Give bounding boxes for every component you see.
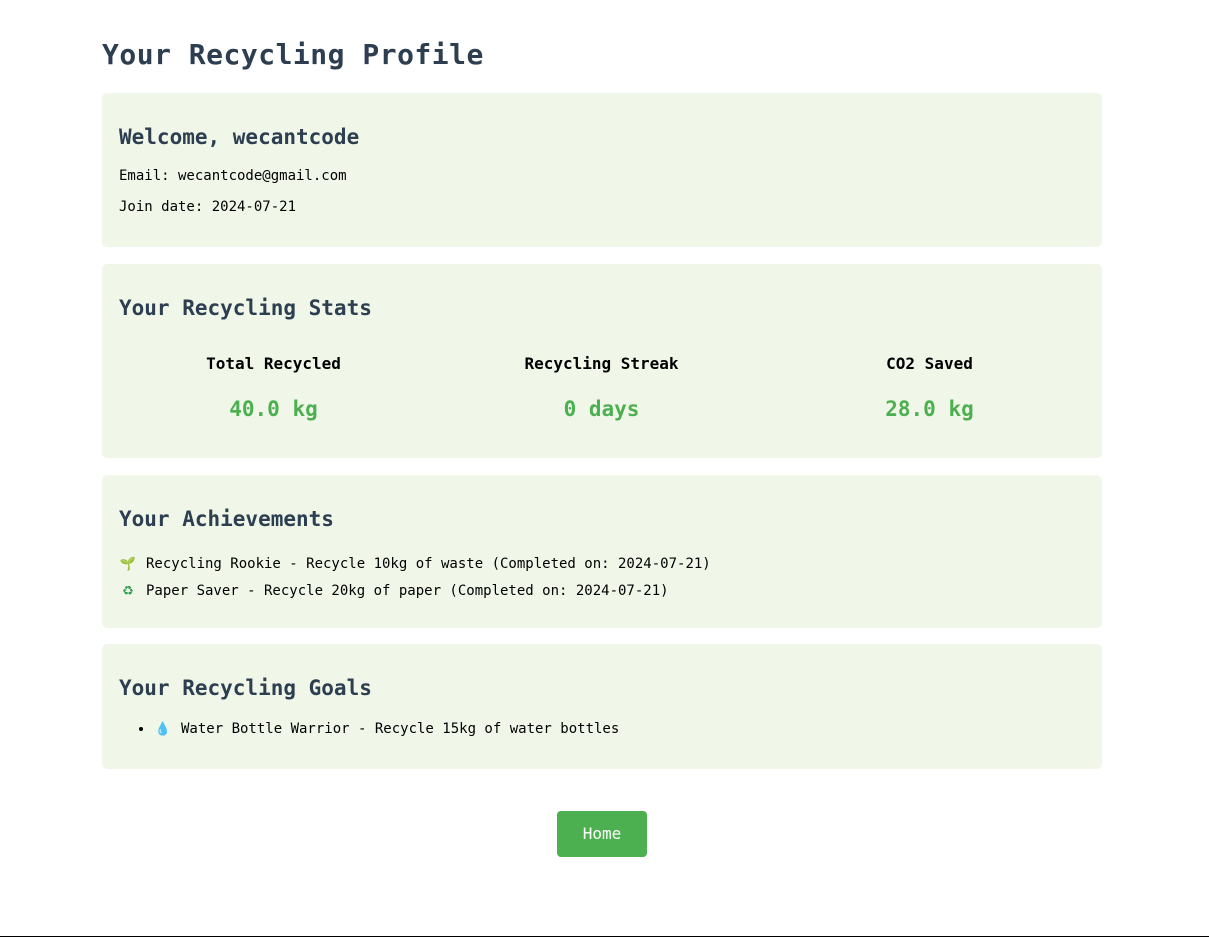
- sprout-icon: 🌱: [119, 557, 137, 572]
- stats-heading: Your Recycling Stats: [119, 296, 372, 320]
- list-item: 💧 Water Bottle Warrior - Recycle 15kg of …: [154, 720, 619, 739]
- goal-text: Water Bottle Warrior - Recycle 15kg of w…: [181, 721, 620, 737]
- achievements-list: 🌱 Recycling Rookie - Recycle 10kg of wast…: [119, 551, 711, 605]
- home-button[interactable]: Home: [557, 811, 647, 857]
- list-item: ♻ Paper Saver - Recycle 20kg of paper (Co…: [119, 578, 711, 605]
- email-text: Email: wecantcode@gmail.com: [119, 168, 347, 184]
- stat-co2-saved: CO2 Saved 28.0 kg: [766, 354, 1093, 422]
- stat-value: 0 days: [563, 397, 640, 421]
- stat-value: 40.0 kg: [229, 397, 318, 421]
- welcome-heading: Welcome, wecantcode: [119, 125, 360, 149]
- achievements-heading: Your Achievements: [119, 507, 334, 531]
- join-date-text: Join date: 2024-07-21: [119, 199, 297, 215]
- stat-label: Recycling Streak: [524, 354, 679, 373]
- page-title: Your Recycling Profile: [102, 38, 484, 71]
- achievement-text: Recycling Rookie - Recycle 10kg of waste…: [146, 556, 711, 572]
- achievements-card: Your Achievements 🌱 Recycling Rookie - Re…: [102, 475, 1102, 628]
- profile-card: Welcome, wecantcode Email: wecantcode@gm…: [102, 93, 1102, 247]
- recycle-icon: ♻: [122, 584, 134, 599]
- goals-card: Your Recycling Goals 💧 Water Bottle Warri…: [102, 644, 1102, 769]
- stat-total-recycled: Total Recycled 40.0 kg: [110, 354, 437, 422]
- water-drop-icon: 💧: [154, 722, 172, 737]
- list-item: 🌱 Recycling Rookie - Recycle 10kg of wast…: [119, 551, 711, 578]
- stat-label: CO2 Saved: [886, 354, 973, 373]
- goals-list: 💧 Water Bottle Warrior - Recycle 15kg of …: [138, 720, 619, 739]
- profile-page: Your Recycling Profile Welcome, wecantco…: [102, 0, 1102, 857]
- achievement-text: Paper Saver - Recycle 20kg of paper (Com…: [146, 583, 669, 599]
- stat-value: 28.0 kg: [885, 397, 974, 421]
- goals-heading: Your Recycling Goals: [119, 676, 372, 700]
- stats-card: Your Recycling Stats Total Recycled 40.0…: [102, 264, 1102, 458]
- stat-recycling-streak: Recycling Streak 0 days: [438, 354, 765, 422]
- stat-label: Total Recycled: [206, 354, 341, 373]
